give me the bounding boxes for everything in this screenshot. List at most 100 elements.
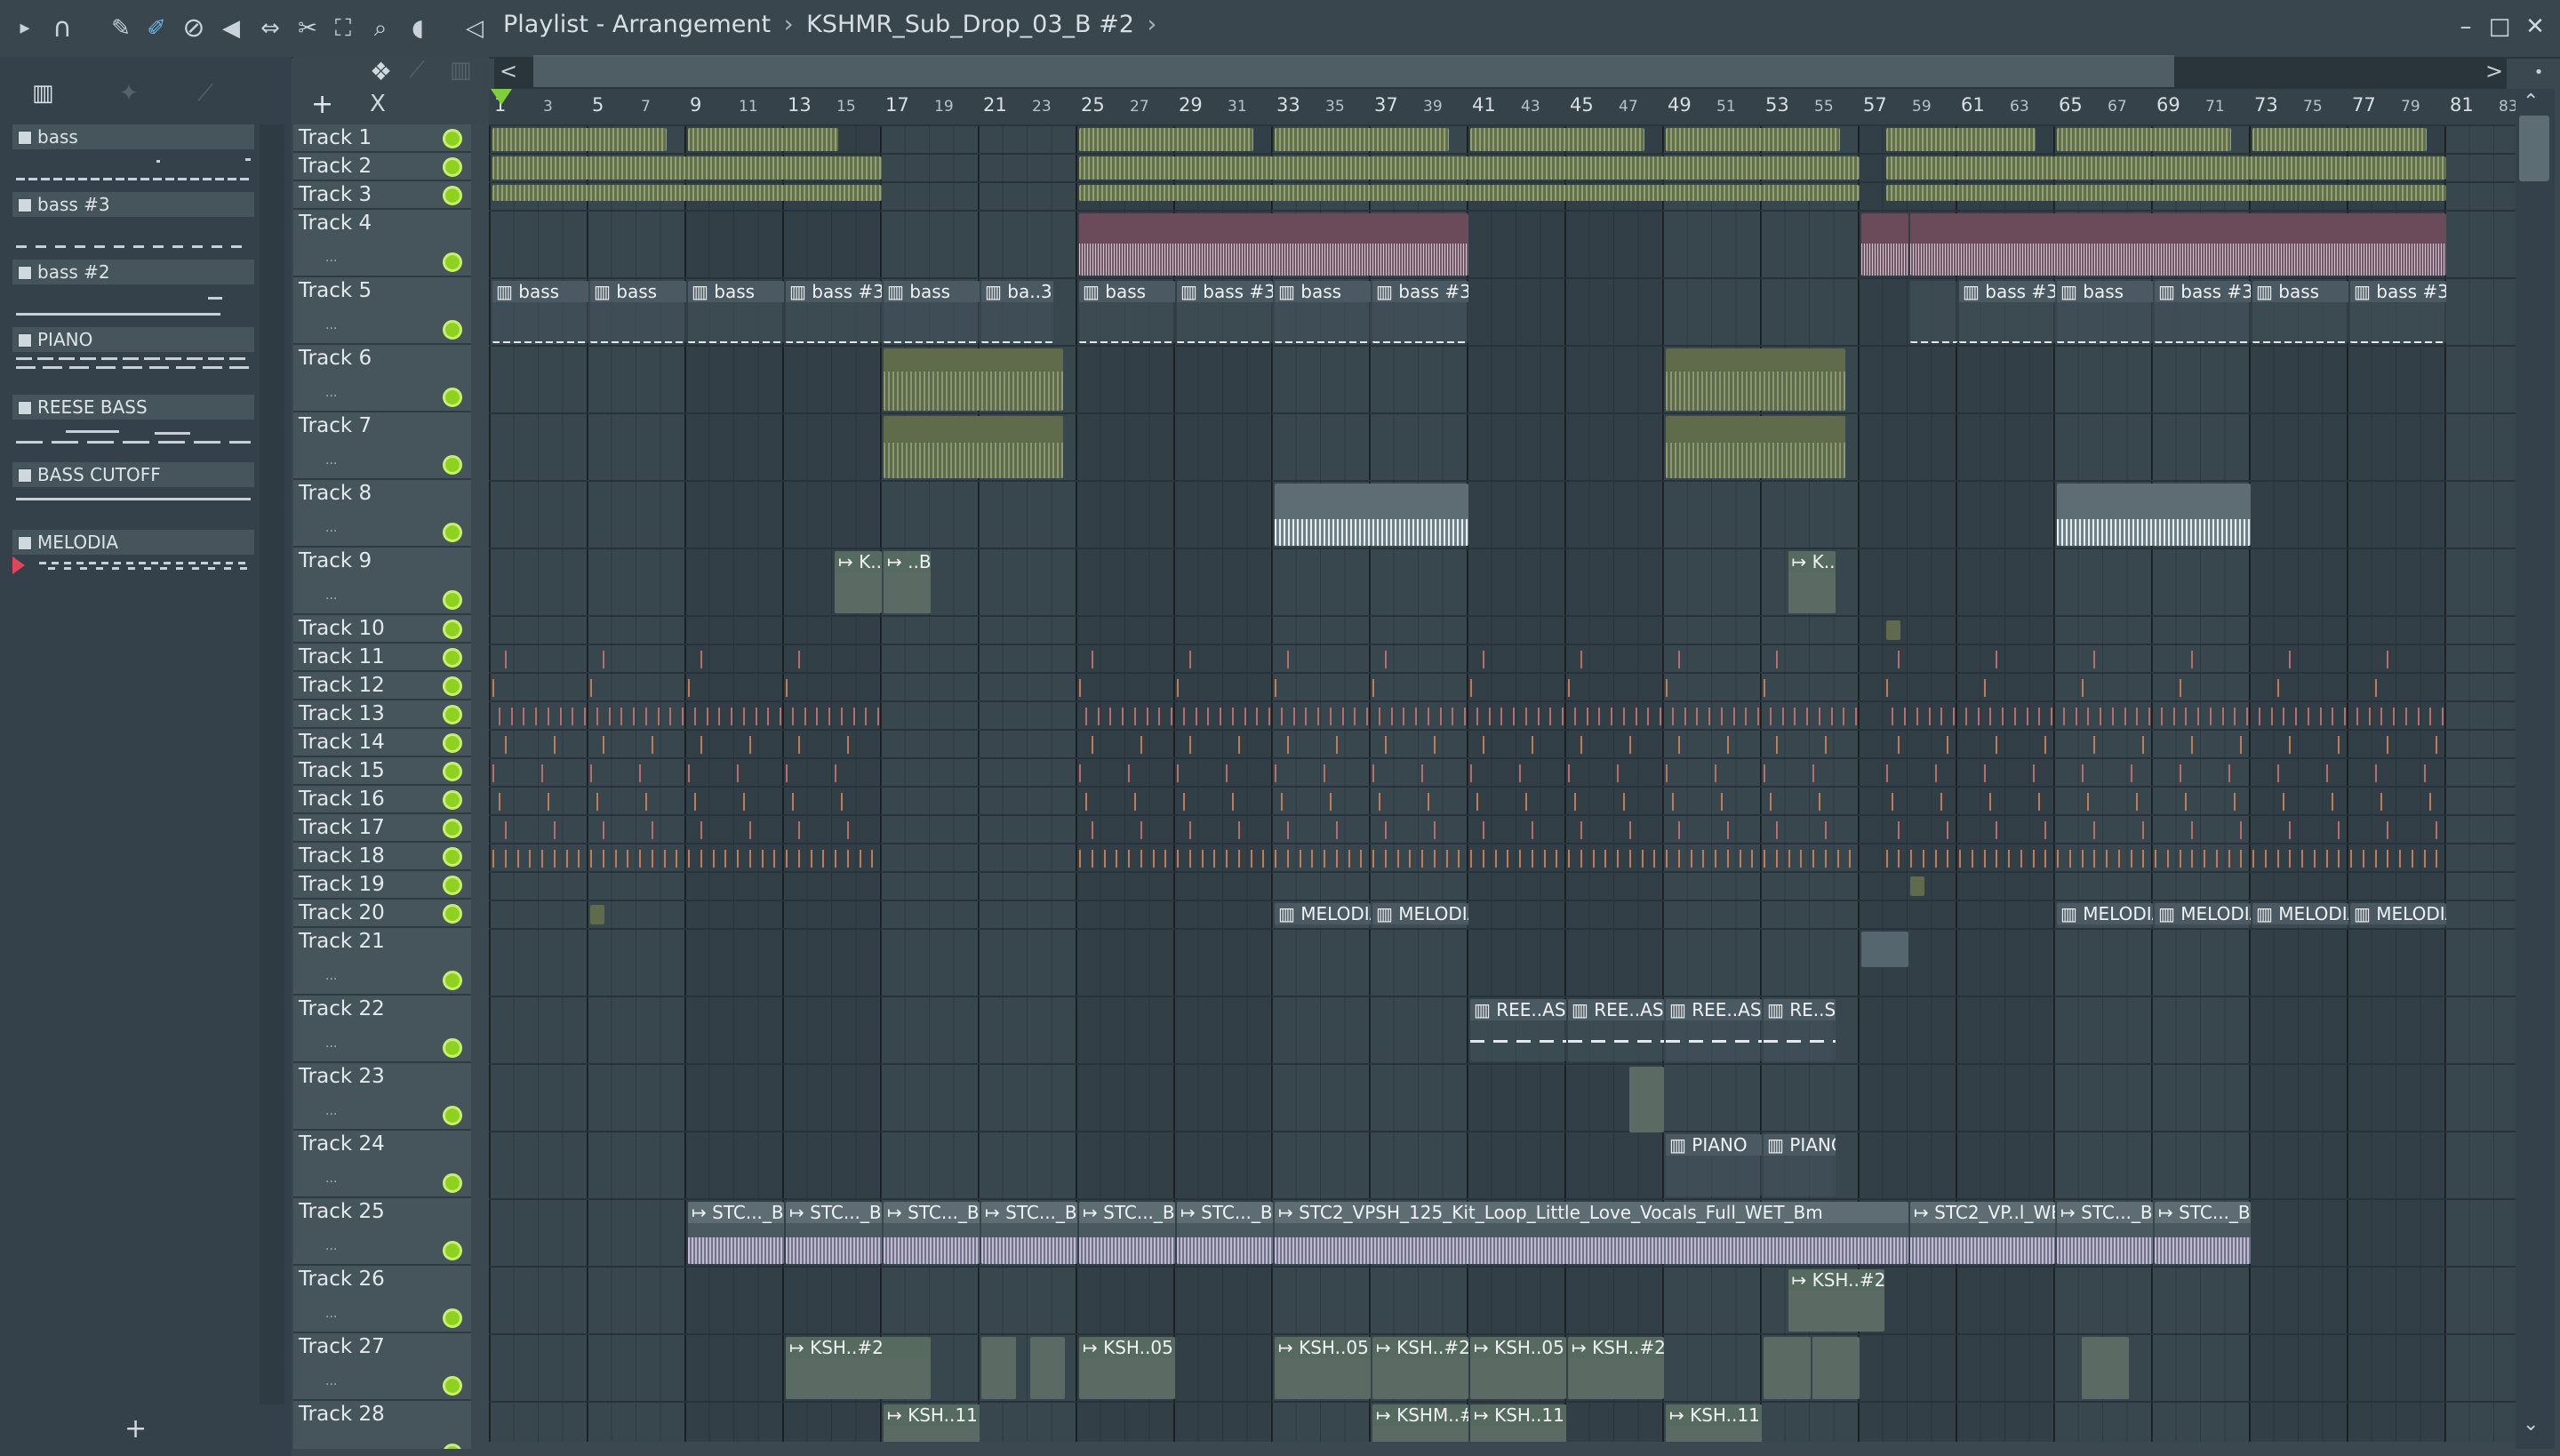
audio-clip[interactable]: [2252, 128, 2427, 151]
hit-marker[interactable]: [1280, 793, 1283, 811]
hit-marker[interactable]: [859, 850, 861, 868]
hit-marker[interactable]: [840, 793, 843, 811]
track-lane[interactable]: [489, 347, 2516, 414]
hit-marker[interactable]: [565, 850, 568, 868]
hit-marker[interactable]: [2411, 850, 2413, 868]
hit-marker[interactable]: [2093, 651, 2096, 668]
hit-marker[interactable]: [755, 708, 757, 725]
hit-marker[interactable]: [1286, 850, 1289, 868]
hit-marker[interactable]: [2289, 736, 2292, 754]
hit-marker[interactable]: [1690, 850, 1692, 868]
audio-clip[interactable]: ↦ STC..._Bm: [786, 1202, 882, 1264]
hit-marker[interactable]: [2301, 850, 2303, 868]
track-lane[interactable]: [489, 414, 2516, 482]
track-name[interactable]: Track 3: [299, 183, 372, 206]
hit-marker[interactable]: [1934, 850, 1937, 868]
hit-marker[interactable]: [2325, 850, 2328, 868]
hit-marker[interactable]: [1702, 850, 1705, 868]
track-header[interactable]: Track 25...: [293, 1198, 471, 1266]
remove-button[interactable]: X: [370, 91, 386, 117]
audio-clip[interactable]: [1885, 156, 2446, 180]
hit-marker[interactable]: [1971, 850, 1973, 868]
audio-clip[interactable]: ↦ KSH..#2: [1788, 1269, 1884, 1332]
hit-marker[interactable]: [2387, 651, 2389, 668]
hit-marker[interactable]: [742, 793, 745, 811]
track-name[interactable]: Track 20: [299, 901, 385, 924]
hit-marker[interactable]: [504, 821, 507, 839]
hit-marker[interactable]: [1947, 821, 1949, 839]
hit-marker[interactable]: [1732, 708, 1735, 725]
hit-marker[interactable]: [547, 793, 549, 811]
hit-marker[interactable]: [1275, 850, 1276, 868]
pattern-name[interactable]: bass #2: [12, 260, 254, 284]
track-options-icon[interactable]: ...: [325, 386, 337, 400]
track-lane[interactable]: [489, 617, 2516, 645]
hit-marker[interactable]: [2374, 764, 2377, 782]
hit-marker[interactable]: [2081, 764, 2084, 782]
hit-marker[interactable]: [1996, 821, 1998, 839]
track-options-icon[interactable]: ...: [325, 969, 337, 983]
pattern-name[interactable]: PIANO: [12, 327, 254, 352]
pattern-clip[interactable]: ▥ MELODIA: [2155, 903, 2251, 928]
hit-marker[interactable]: [1818, 708, 1820, 725]
hit-marker[interactable]: [2344, 708, 2347, 725]
audio-clip[interactable]: [2057, 128, 2231, 151]
close-button[interactable]: ✕: [2519, 11, 2551, 43]
hit-marker[interactable]: [1947, 850, 1949, 868]
hit-marker[interactable]: [1611, 708, 1613, 725]
pattern-clip[interactable]: ▥ MELODIA: [2350, 903, 2446, 928]
track-options-icon[interactable]: ...: [325, 1239, 337, 1253]
audio-clip[interactable]: [884, 348, 1063, 411]
hit-marker[interactable]: [651, 736, 653, 754]
hit-marker[interactable]: [767, 708, 770, 725]
hit-marker[interactable]: [2283, 708, 2285, 725]
hit-marker[interactable]: [1091, 821, 1093, 839]
hit-marker[interactable]: [877, 708, 880, 725]
pattern-clip[interactable]: ▥ bass #3: [1177, 281, 1273, 343]
track-name[interactable]: Track 13: [299, 702, 385, 725]
hit-marker[interactable]: [2075, 708, 2077, 725]
track-options-icon[interactable]: ...: [325, 1374, 337, 1388]
audio-clip[interactable]: ↦ KSH..05: [1470, 1337, 1566, 1399]
hit-marker[interactable]: [1726, 821, 1729, 839]
track-mute-led[interactable]: [443, 1241, 462, 1260]
audio-clip[interactable]: [1030, 1337, 1066, 1399]
hit-marker[interactable]: [1635, 708, 1637, 725]
hit-marker[interactable]: [1953, 708, 1956, 725]
hit-marker[interactable]: [1256, 708, 1259, 725]
track-options-icon[interactable]: ...: [325, 453, 337, 468]
track-options-icon[interactable]: ...: [325, 1036, 337, 1051]
audio-clip[interactable]: [1885, 185, 2446, 201]
hit-marker[interactable]: [2380, 793, 2383, 811]
magnet-icon[interactable]: ∩: [46, 12, 78, 44]
hit-marker[interactable]: [669, 708, 672, 725]
hit-marker[interactable]: [1329, 793, 1332, 811]
hit-marker[interactable]: [1348, 850, 1350, 868]
hit-marker[interactable]: [1751, 850, 1754, 868]
track-header[interactable]: Track 11: [293, 644, 471, 672]
hit-marker[interactable]: [2081, 679, 2084, 697]
hit-marker[interactable]: [1378, 793, 1380, 811]
hit-marker[interactable]: [1916, 708, 1918, 725]
hit-marker[interactable]: [1427, 793, 1429, 811]
audio-clip-icon[interactable]: ✦: [119, 80, 139, 107]
track-header[interactable]: Track 12: [293, 672, 471, 700]
track-header[interactable]: Track 9...: [293, 548, 471, 615]
hit-marker[interactable]: [1922, 850, 1924, 868]
hit-marker[interactable]: [2436, 736, 2438, 754]
hit-marker[interactable]: [1079, 764, 1081, 782]
hit-marker[interactable]: [1726, 850, 1729, 868]
hit-marker[interactable]: [2100, 708, 2102, 725]
track-name[interactable]: Track 27: [299, 1335, 385, 1358]
audio-clip[interactable]: [1079, 185, 1860, 201]
hit-marker[interactable]: [1524, 708, 1527, 725]
hit-marker[interactable]: [1286, 651, 1289, 668]
track-mute-led[interactable]: [443, 876, 462, 895]
audio-clip[interactable]: [1812, 1337, 1860, 1399]
hit-marker[interactable]: [712, 850, 715, 868]
hit-marker[interactable]: [1164, 850, 1167, 868]
hit-marker[interactable]: [2130, 764, 2132, 782]
hit-marker[interactable]: [1531, 850, 1533, 868]
hit-marker[interactable]: [2350, 850, 2352, 868]
pattern-item[interactable]: bass #3: [12, 192, 254, 256]
